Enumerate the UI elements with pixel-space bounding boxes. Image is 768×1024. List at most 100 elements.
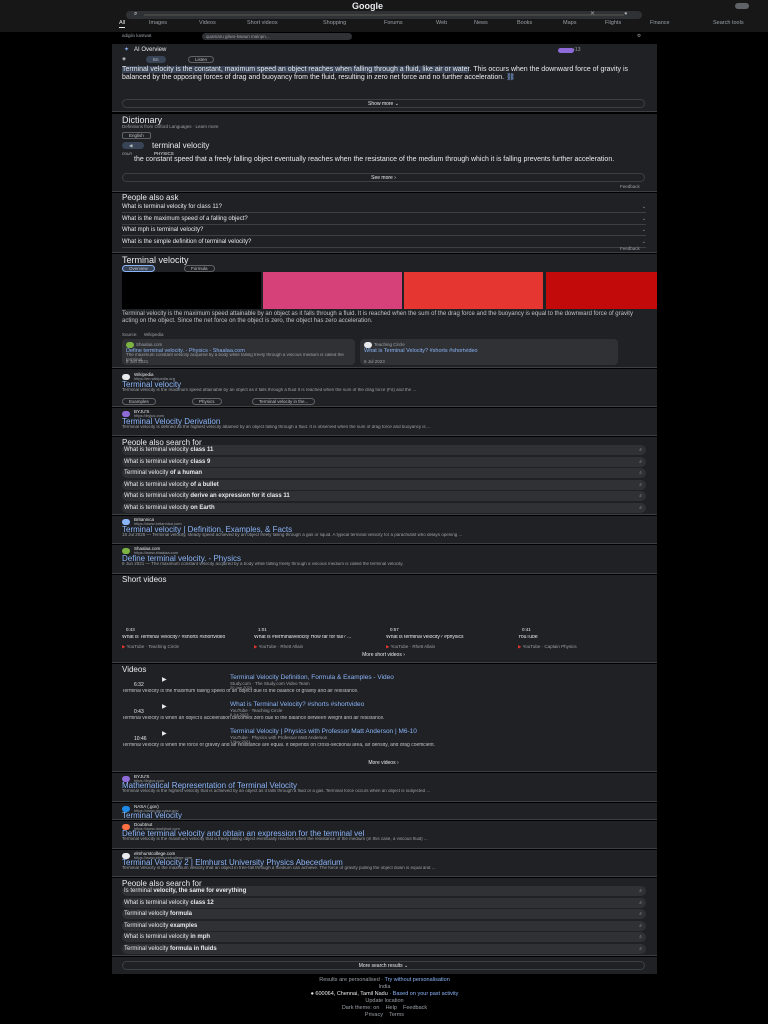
kp-card-snippet: The maximum constant velocity acquired b… (126, 353, 344, 362)
pasf-item-text: What is terminal velocity class 9 (124, 459, 210, 467)
search-icon: ⌕ (639, 934, 642, 940)
tab-overview[interactable]: Overview (122, 265, 155, 272)
language-select[interactable]: English (122, 132, 151, 139)
kp-image[interactable] (546, 272, 657, 309)
location-source-link[interactable]: · Based on your past activity (388, 991, 458, 997)
tab-images[interactable]: Images (149, 20, 167, 27)
more-short-videos-button[interactable]: More short videos › (122, 651, 645, 660)
paa-question[interactable]: What is the maximum speed of a falling o… (122, 214, 646, 225)
terms-link[interactable]: Terms (389, 1012, 404, 1018)
pasf-item[interactable]: What is terminal velocity on Earth ⌕ (122, 502, 646, 513)
pasf-item-text: Terminal velocity of a human (124, 470, 202, 478)
video-snippet: Terminal velocity is when the force of g… (122, 743, 436, 748)
pasf-item-prefix: Is terminal (124, 888, 154, 894)
kp-image[interactable] (122, 272, 261, 309)
short-video-thumbnail[interactable]: 1:01 (254, 585, 379, 633)
tab-web[interactable]: Web (436, 20, 447, 27)
search-query-redacted[interactable] (144, 14, 624, 16)
play-icon: ▶ (162, 677, 167, 683)
short-video-source: ▶ YouTube · Teaching Circle (122, 644, 179, 650)
pasf-item-text: What is terminal velocity class 12 (124, 900, 214, 908)
paa-question[interactable]: What is terminal velocity for class 11? ⌄ (122, 202, 646, 213)
refine-chip[interactable]: adigilo kastwat (122, 33, 152, 40)
feedback-link[interactable]: Feedback (620, 246, 640, 252)
pasf-item[interactable]: What is terminal velocity derive an expr… (122, 491, 646, 501)
feedback-link[interactable]: Feedback (620, 184, 640, 190)
search-result: Wikipedia https://en.wikipedia.org Termi… (112, 369, 657, 407)
tab-flights[interactable]: Flights (605, 20, 621, 27)
pasf-item[interactable]: What is terminal velocity class 9 ⌕ (122, 456, 646, 467)
tab-all[interactable]: All (119, 20, 126, 28)
update-location-link[interactable]: Update location (112, 998, 657, 1005)
dark-theme-toggle[interactable]: Dark theme: on (342, 1005, 380, 1011)
tab-news[interactable]: News (474, 20, 488, 27)
kp-card[interactable]: Shaalaa.com Define terminal velocity. - … (122, 339, 355, 365)
pasf-item-bold: velocity, the same for everything (153, 888, 247, 894)
tab-search-tools[interactable]: Search tools (713, 20, 744, 27)
avatar[interactable] (735, 3, 749, 9)
paa-question[interactable]: What is the simple definition of termina… (122, 237, 646, 248)
kp-card-title[interactable]: What is Terminal Velocity? #shorts #shor… (364, 348, 478, 355)
top-bar: Google ⌕ ✕ ● All Images Videos Short videos… (0, 0, 768, 32)
kp-card[interactable]: Teaching Circle What is Terminal Velocit… (360, 339, 618, 365)
kp-source-link[interactable]: Wikipedia (144, 332, 164, 338)
help-link[interactable]: Help (386, 1005, 397, 1011)
source-icons[interactable] (558, 48, 574, 53)
dictionary-source[interactable]: Definitions from Oxford Languages · Lear… (122, 124, 219, 130)
pasf-item[interactable]: Is terminal velocity, the same for every… (122, 886, 646, 896)
short-video-thumbnail[interactable]: 0:57 (386, 585, 511, 633)
search-result: BYJU'S https://byjus.com Mathematical Repr… (112, 773, 657, 802)
tab-maps[interactable]: Maps (563, 20, 576, 27)
dictionary-word: terminal velocity (152, 141, 210, 150)
pasf-item[interactable]: Terminal velocity formula in fluids ⌕ (122, 943, 646, 954)
pasf-item[interactable]: Terminal velocity examples ⌕ (122, 920, 646, 931)
short-video-thumbnail[interactable]: 0:43 (122, 585, 247, 633)
tab-finance[interactable]: Finance (650, 20, 670, 27)
link-icon[interactable]: ⛓ (506, 74, 515, 81)
tab-shopping[interactable]: Shopping (323, 20, 346, 27)
try-without-link[interactable]: Try without personalisation (385, 977, 450, 983)
location-dot-icon: ● (310, 991, 314, 997)
listen-button[interactable]: Listen (188, 56, 215, 63)
kp-card-date: 6 Jul 2023 (364, 359, 385, 364)
pasf-item-prefix: What is terminal velocity (124, 504, 191, 511)
lang-chip[interactable]: En (146, 56, 166, 63)
feedback-link[interactable]: Feedback (403, 1005, 427, 1011)
result-snippet: 9 Jun 2021 — The maximum constant veloci… (122, 562, 404, 566)
pasf-item[interactable]: Terminal velocity formula ⌕ (122, 909, 646, 919)
tab-videos[interactable]: Videos (199, 20, 216, 27)
more-results-button[interactable]: More search results ⌄ (122, 961, 645, 970)
pronounce-icon[interactable]: ◀ (122, 142, 144, 149)
pasf-item[interactable]: What is terminal velocity class 11 ⌕ (122, 445, 646, 455)
video-duration: 0:57 (390, 627, 399, 632)
settings-icon[interactable]: ⚙ (637, 33, 641, 40)
search-box[interactable]: ⌕ ✕ ● (126, 11, 642, 19)
privacy-link[interactable]: Privacy (365, 1012, 383, 1018)
see-more-button[interactable]: See more › (122, 173, 645, 182)
result-chip[interactable]: Examples (122, 398, 156, 405)
show-more-button[interactable]: Show more ⌄ (122, 99, 645, 108)
tab-forums[interactable]: Forums (384, 20, 403, 27)
short-video-source-text: YouTube · Rhett Allain (258, 644, 304, 649)
kp-card-site: Teaching Circle (374, 342, 405, 347)
kp-image[interactable] (404, 272, 543, 309)
tab-books[interactable]: Books (517, 20, 532, 27)
pasf-item[interactable]: Terminal velocity of a human ⌕ (122, 468, 646, 478)
result-chip[interactable]: Physics (192, 398, 222, 405)
result-chip[interactable]: Terminal velocity in the... (252, 398, 316, 405)
pasf-item[interactable]: What is terminal velocity of a bullet ⌕ (122, 479, 646, 490)
ai-overview-text: Terminal velocity is the constant, maxim… (122, 66, 629, 81)
more-videos-button[interactable]: More videos › (122, 759, 645, 768)
mic-icon[interactable]: ● (624, 11, 628, 19)
tab-short-videos[interactable]: Short videos (247, 20, 278, 27)
result-title[interactable]: Terminal Velocity (122, 811, 182, 819)
refine-chip[interactable]: quamaru gilwo-kwaun mainpn... (202, 33, 352, 40)
search-result: BYJU'S https://byjus.com Terminal Veloci… (112, 408, 657, 436)
tab-formula[interactable]: Formula (184, 265, 215, 272)
clear-icon[interactable]: ✕ (590, 11, 595, 19)
paa-question[interactable]: What mph is terminal velocity? ⌄ (122, 225, 646, 236)
kp-image[interactable] (263, 272, 402, 309)
pasf-item[interactable]: What is terminal velocity in mph ⌕ (122, 932, 646, 942)
pasf-item[interactable]: What is terminal velocity class 12 ⌕ (122, 897, 646, 908)
short-video-thumbnail[interactable]: 0:41 (518, 585, 643, 633)
